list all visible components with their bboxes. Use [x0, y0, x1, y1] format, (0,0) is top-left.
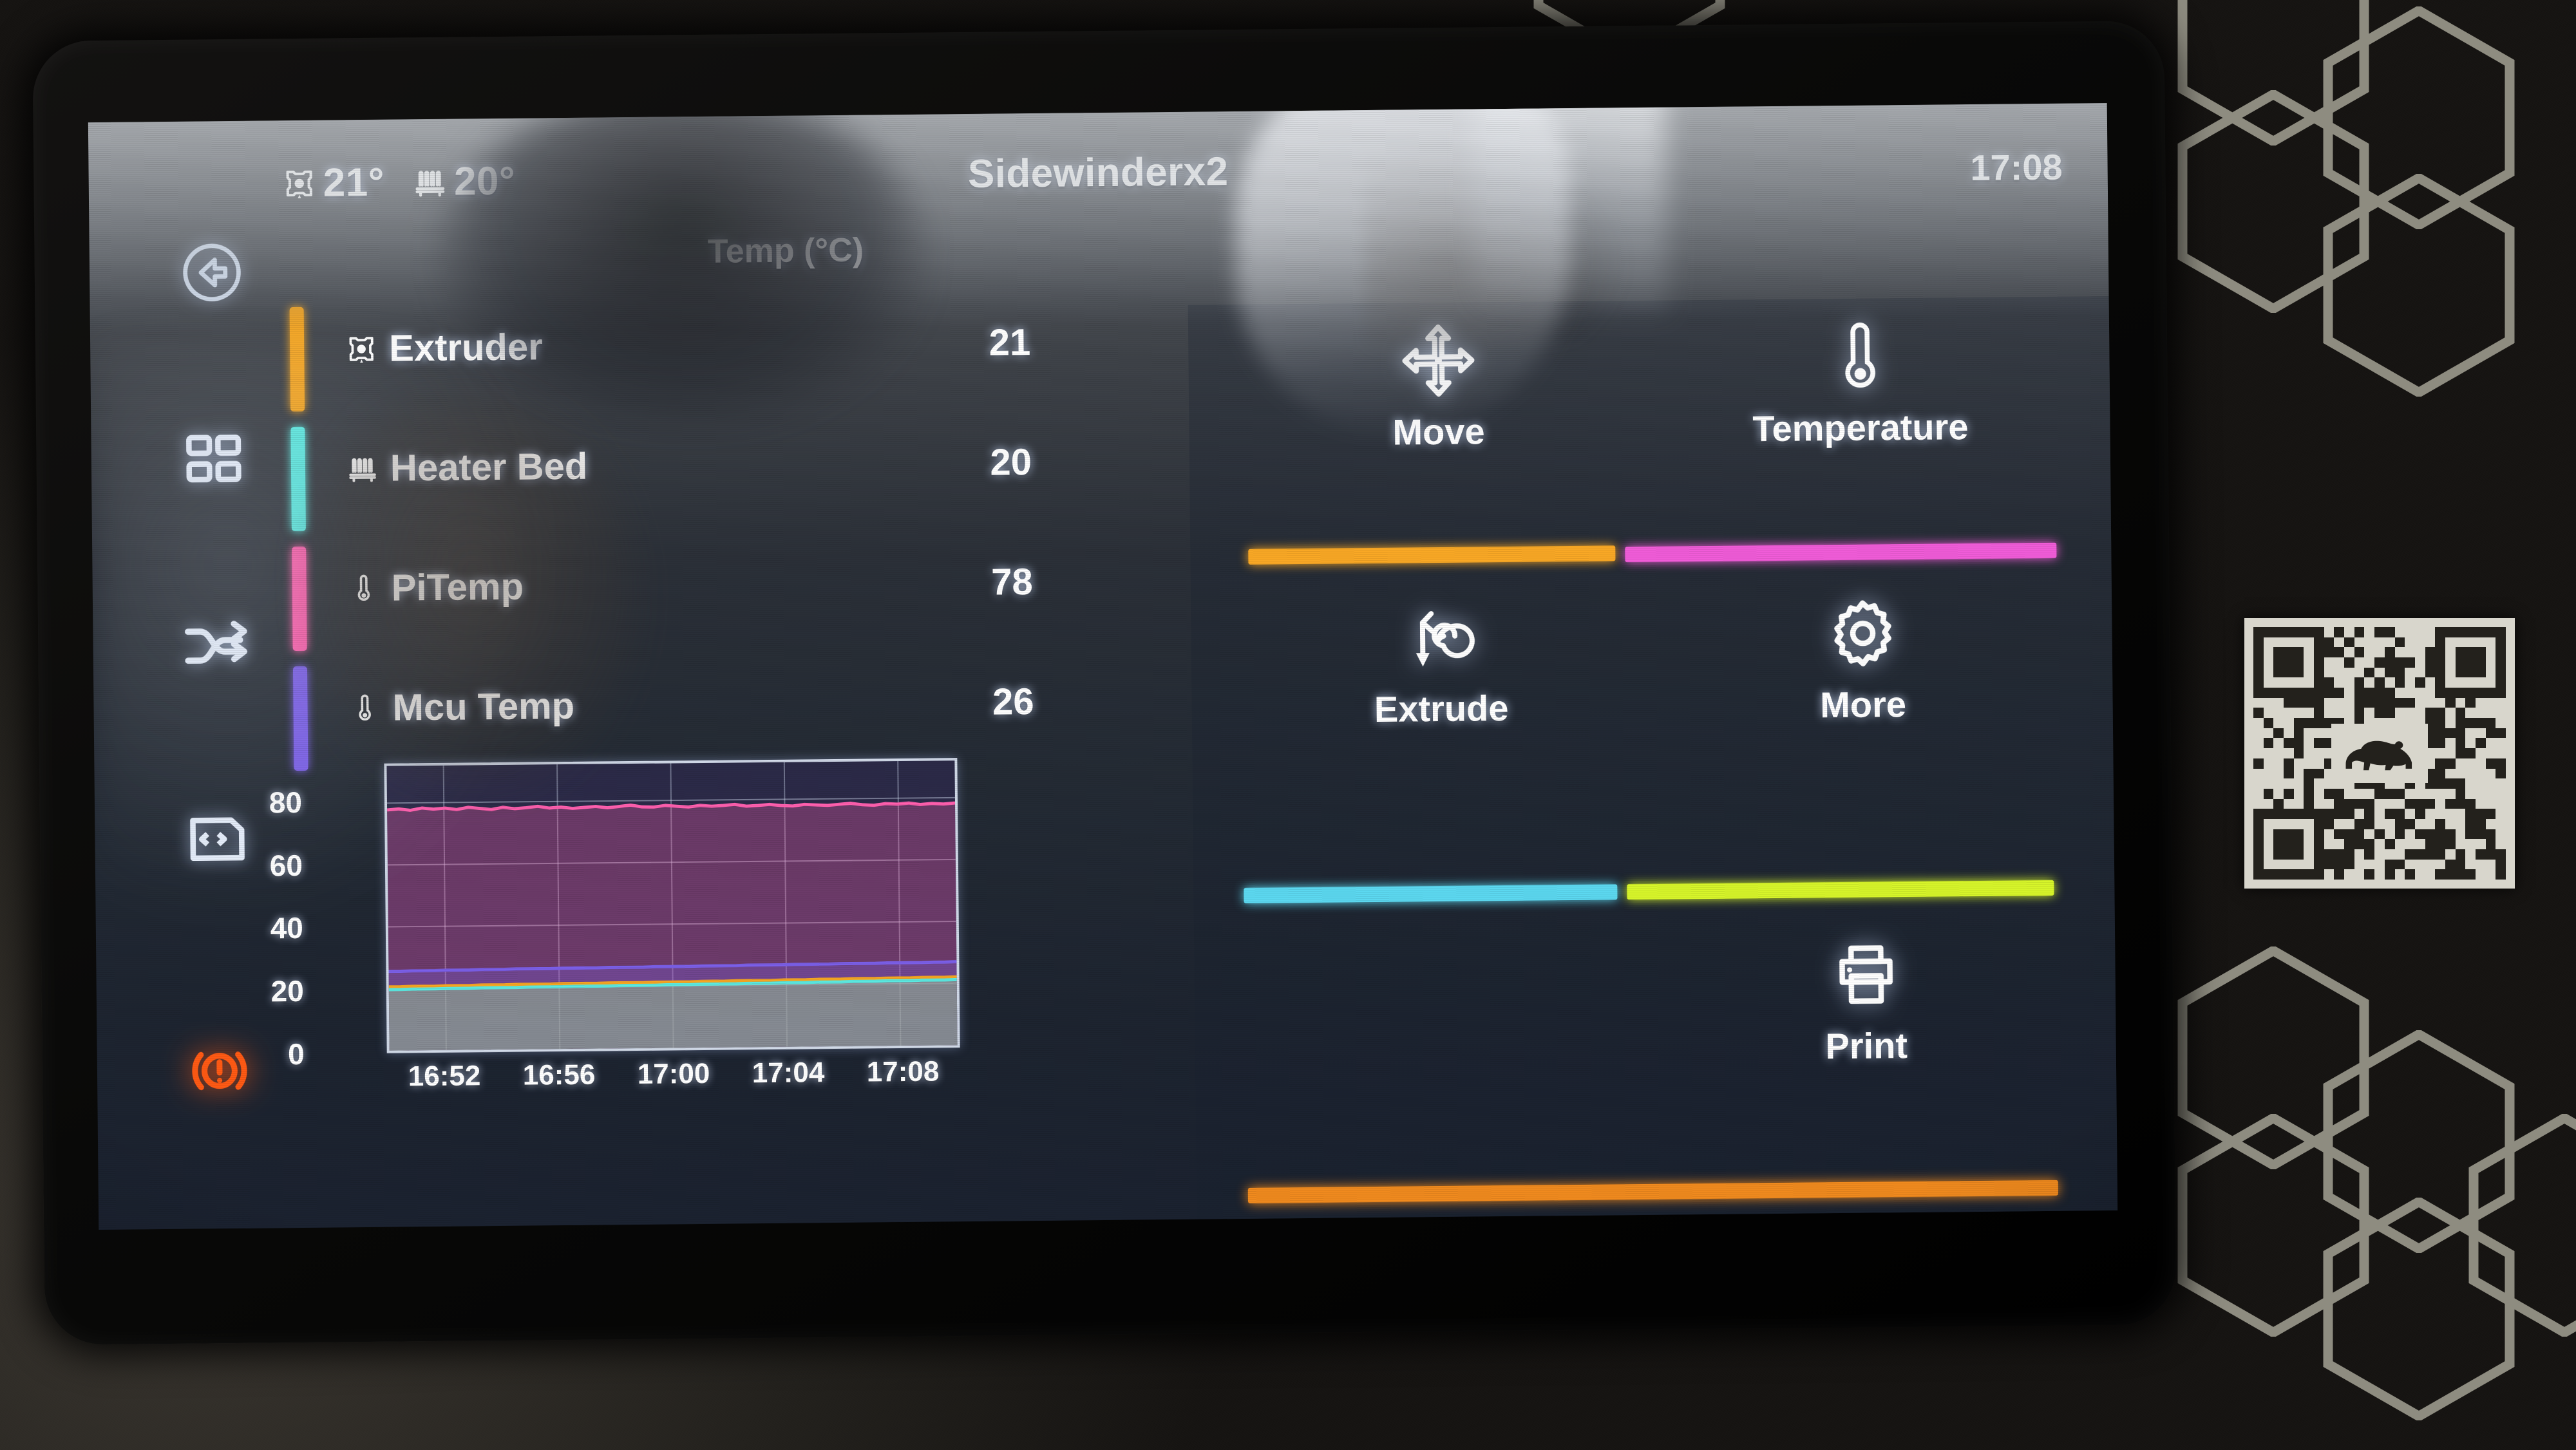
qr-code-sticker	[2244, 618, 2515, 889]
screen-vignette	[88, 102, 2118, 1230]
photo-scene: 21° 20° Sid	[0, 0, 2576, 1450]
touchscreen-display[interactable]: 21° 20° Sid	[88, 102, 2118, 1230]
rhino-logo	[2331, 724, 2428, 783]
